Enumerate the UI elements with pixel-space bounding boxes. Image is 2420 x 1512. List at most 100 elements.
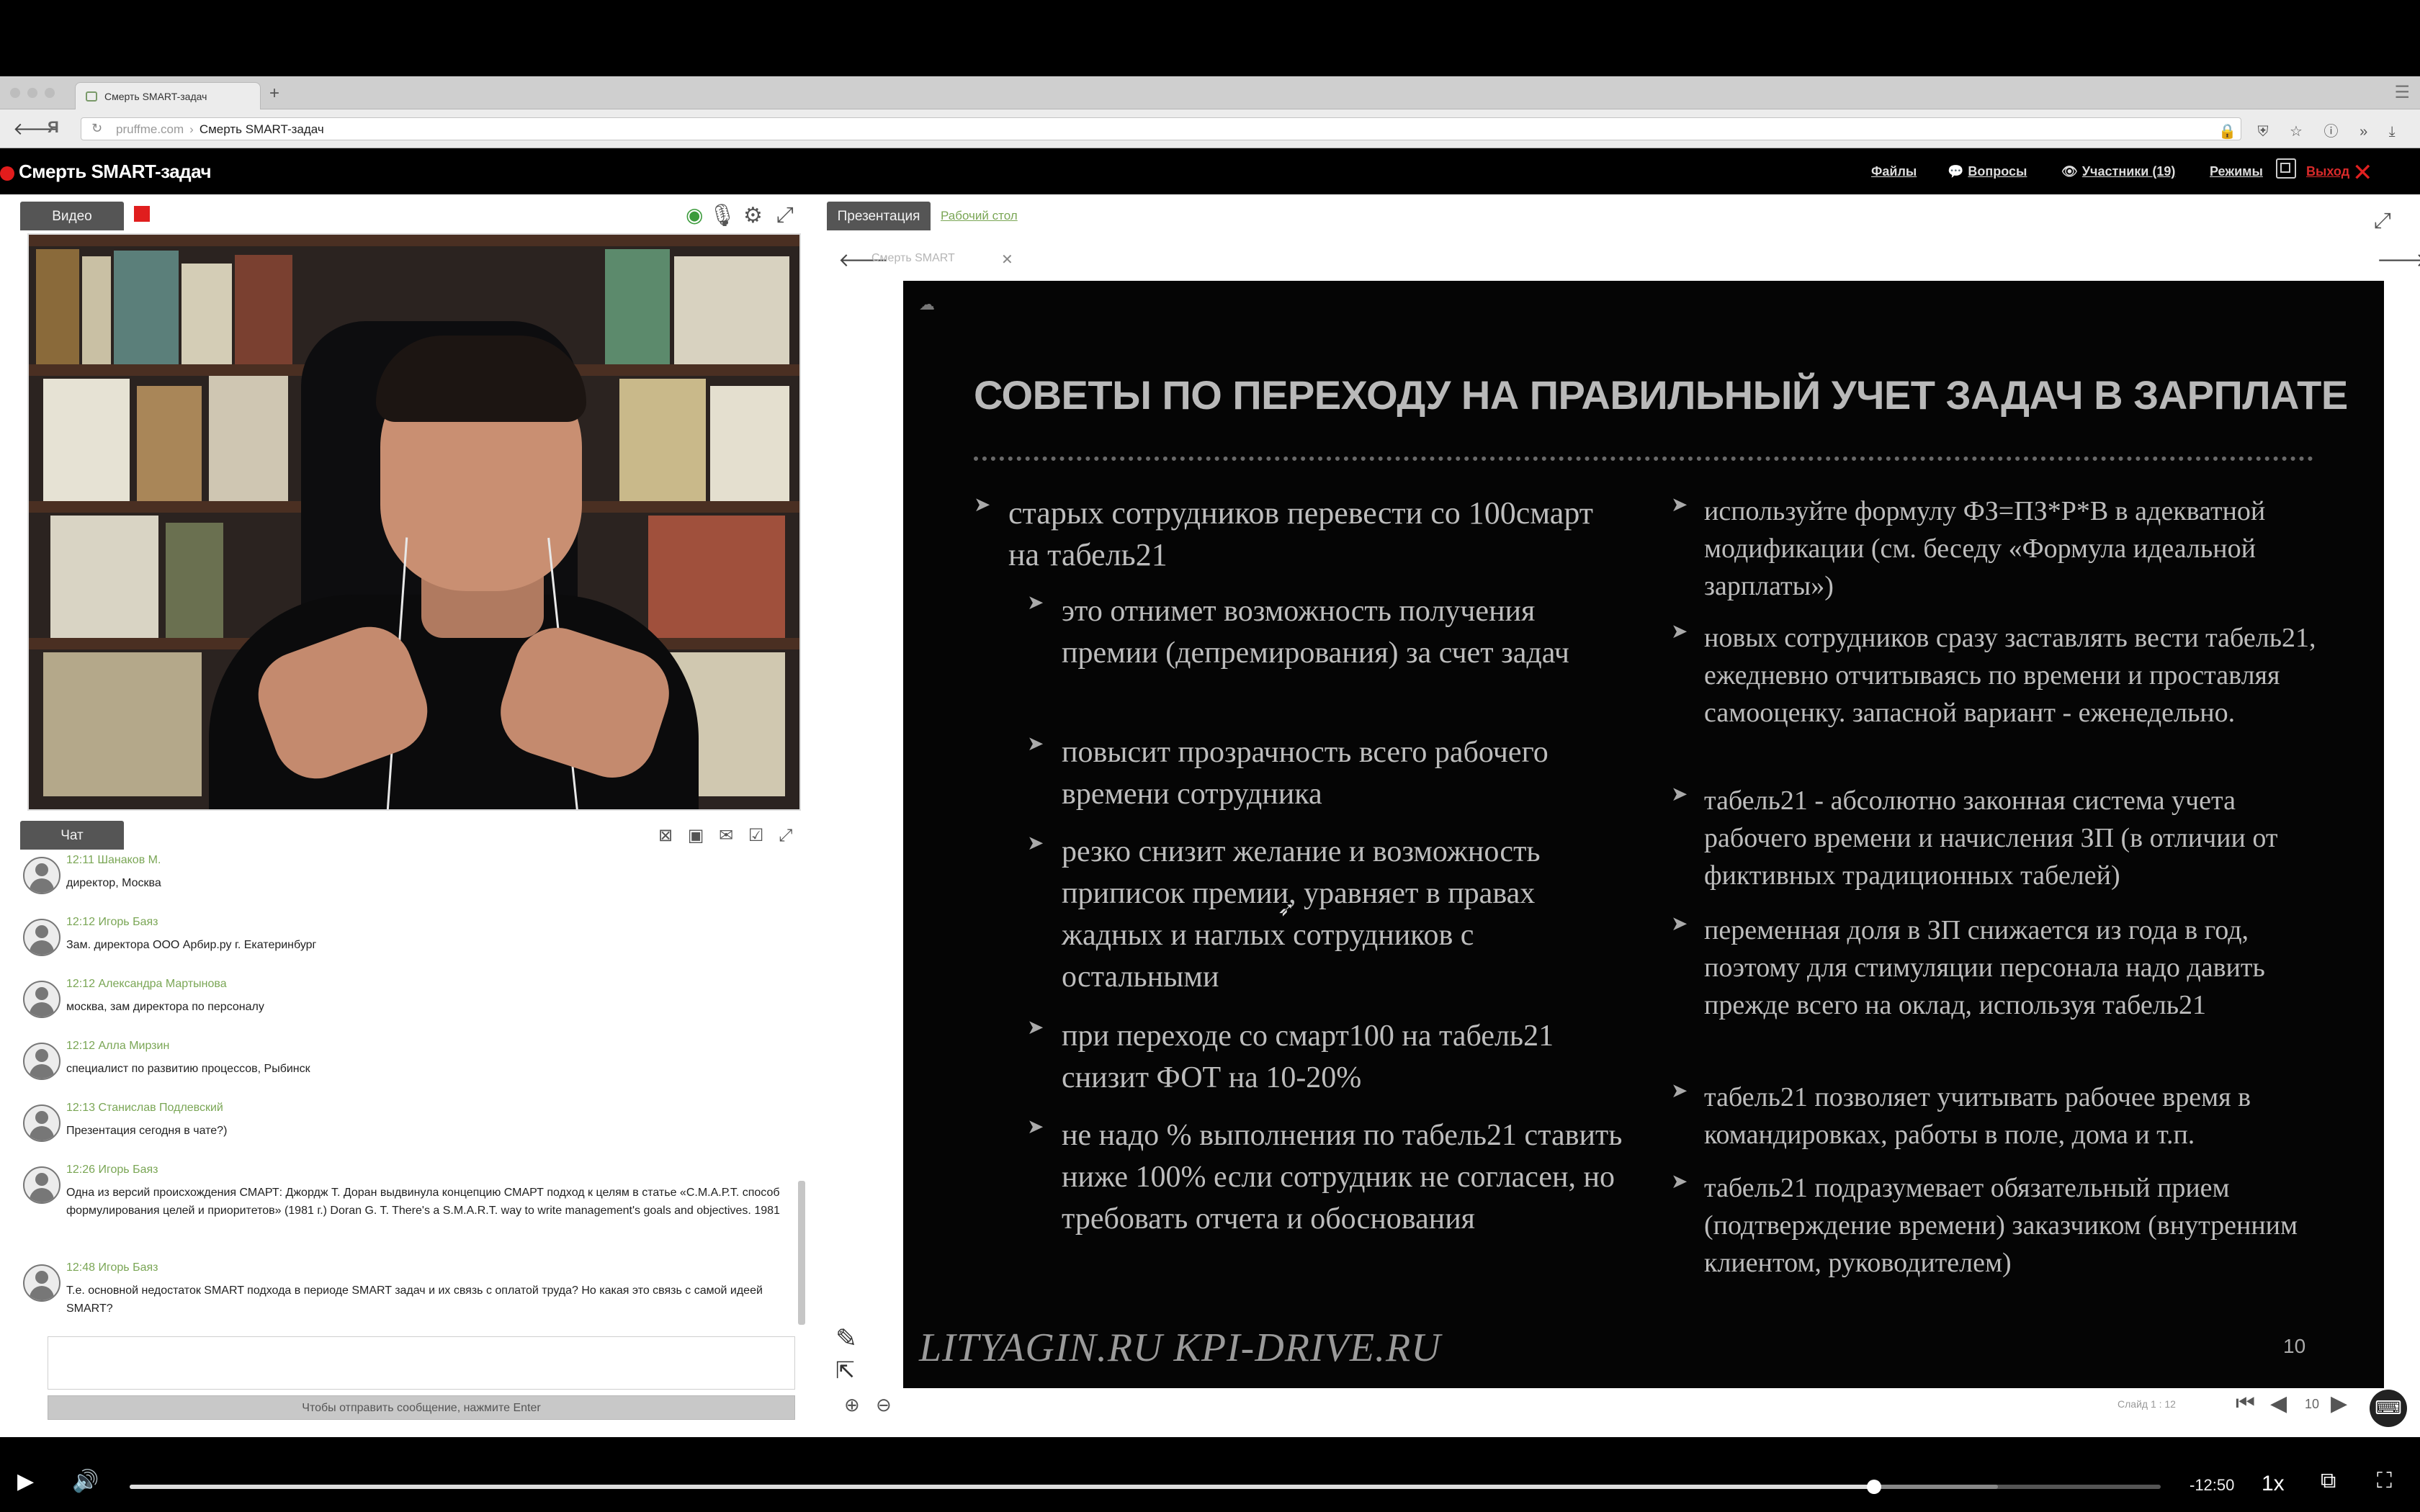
message-author[interactable]: Шанаков М. (97, 854, 161, 866)
slide-sub-bullet: ➤ повысит прозрачность всего рабочего вр… (1027, 732, 1625, 815)
protect-icon[interactable]: ⛨ (2257, 124, 2268, 140)
video-tab[interactable]: Видео (20, 202, 124, 230)
message-author[interactable]: Александра Мартынова (99, 978, 227, 990)
next-doc-arrow-icon[interactable]: 🡒 (2377, 249, 2420, 271)
slide-bullet: ➤ табель21 подразумевает обязательный пр… (1671, 1169, 2334, 1282)
slide-title: СОВЕТЫ ПО ПЕРЕХОДУ НА ПРАВИЛЬНЫЙ УЧЕТ ЗА… (974, 372, 2348, 418)
microphone-icon[interactable]: 🎙 (709, 203, 736, 228)
record-stop-button[interactable] (134, 206, 150, 222)
message-author[interactable]: Станислав Подлевский (99, 1102, 223, 1114)
volume-icon[interactable]: 🔊 (72, 1469, 99, 1494)
participants-link[interactable]: 👁 Участники (19) (2061, 164, 2175, 179)
download-icon[interactable]: ⤓ (2389, 124, 2396, 140)
yandex-logo-icon[interactable]: Я (48, 118, 59, 137)
seek-played (130, 1485, 1875, 1489)
cloud-icon: ☁ (919, 295, 935, 313)
slide-bullet: ➤ новых сотрудников сразу заставлять вес… (1671, 619, 2334, 732)
chat-scrollbar[interactable] (798, 1181, 805, 1325)
slide-counter-label: Слайд 1 : 12 (2118, 1398, 2176, 1410)
window-close-button[interactable] (10, 88, 20, 98)
bullet-arrow-icon: ➤ (1027, 732, 1044, 755)
subtitles-icon[interactable]: ⌨ (2370, 1390, 2407, 1427)
next-slide-icon[interactable]: ▶ (2331, 1391, 2347, 1416)
message-meta: 12:11 Шанаков М. (66, 854, 161, 867)
bullet-arrow-icon: ➤ (1027, 590, 1044, 614)
slide-bullet: ➤ табель21 - абсолютно законная система … (1671, 782, 2334, 894)
tab-menu-icon[interactable]: ☰ (2394, 82, 2410, 103)
expand-chat-icon[interactable]: ⤢ (779, 826, 792, 845)
message-author[interactable]: Игорь Баяз (99, 916, 158, 928)
lock-icon[interactable]: 🔒 (2218, 124, 2236, 140)
info-icon[interactable]: ⓘ (2324, 124, 2339, 140)
eye-icon: 👁 (2061, 164, 2078, 179)
avatar (23, 1043, 60, 1080)
clear-chat-icon[interactable]: ⊠ (658, 826, 673, 845)
files-link[interactable]: Файлы (1871, 164, 1917, 179)
speech-bubble-icon: 💬 (1948, 164, 1964, 179)
exit-link[interactable]: Выход (2306, 164, 2349, 179)
presentation-tab[interactable]: Презентация (827, 202, 931, 230)
message-time: 12:26 (66, 1164, 96, 1176)
desktop-tab[interactable]: Рабочий стол (941, 202, 1056, 230)
presentation-slide: ☁ СОВЕТЫ ПО ПЕРЕХОДУ НА ПРАВИЛЬНЫЙ УЧЕТ … (903, 281, 2384, 1388)
message-author[interactable]: Игорь Баяз (99, 1164, 158, 1176)
layout-mode-icon[interactable] (2276, 158, 2296, 179)
playback-speed-button[interactable]: 1x (2262, 1472, 2285, 1496)
bullet-arrow-icon: ➤ (1671, 1079, 1688, 1102)
exit-close-icon[interactable]: ✕ (2352, 158, 2373, 187)
gear-icon[interactable]: ⚙ (743, 203, 763, 228)
bullet-arrow-icon: ➤ (1671, 619, 1688, 643)
address-bar[interactable]: ↻ pruffme.com › Смерть SMART-задач (81, 117, 2241, 140)
new-tab-button[interactable]: + (269, 84, 279, 104)
message-text: Одна из версий происхождения СМАРТ: Джор… (66, 1187, 780, 1217)
message-time: 12:11 (66, 854, 94, 866)
speaker-video[interactable] (27, 233, 801, 811)
mail-icon[interactable]: ✉ (719, 826, 733, 845)
current-slide-number: 10 (2305, 1397, 2320, 1411)
pencil-icon[interactable]: ✎ (835, 1323, 857, 1354)
message-text: Т.е. основной недостаток SMART подхода в… (66, 1284, 763, 1315)
zoom-out-icon[interactable]: ⊖ (876, 1394, 892, 1416)
browser-tab[interactable]: Смерть SMART-задач (75, 82, 261, 109)
seek-handle[interactable] (1867, 1480, 1882, 1494)
seek-bar[interactable] (130, 1480, 2161, 1494)
moderate-check-icon[interactable]: ☑ (748, 826, 764, 845)
expand-video-icon[interactable]: ⤢ (776, 203, 794, 228)
url-domain: pruffme.com (116, 122, 184, 136)
modes-link[interactable]: Режимы (2210, 164, 2263, 179)
chat-message-input[interactable] (48, 1336, 795, 1390)
webinar-title: Смерть SMART-задач (19, 161, 212, 182)
more-icon[interactable]: » (2360, 124, 2367, 140)
message-time: 12:13 (66, 1102, 96, 1114)
window-minimize-button[interactable] (27, 88, 37, 98)
webinar-room: Видео ◉ 🎙 ⚙ ⤢ Чат ⊠ ▣ ✉ ☑ ⤢ 12:11 Шанако… (0, 194, 2420, 1437)
browser-chrome: Смерть SMART-задач + ☰ 🡐 Я ↻ pruffme.com… (0, 76, 2420, 148)
zoom-in-icon[interactable]: ⊕ (844, 1394, 860, 1416)
message-meta: 12:12 Игорь Баяз (66, 916, 158, 929)
questions-link[interactable]: 💬 Вопросы (1948, 164, 2027, 179)
pointer-tool-icon[interactable]: ⇱ (835, 1356, 855, 1384)
first-slide-icon[interactable]: ⏮ (2236, 1391, 2255, 1416)
message-author[interactable]: Игорь Баяз (99, 1261, 158, 1274)
play-icon[interactable]: ▶ (17, 1469, 34, 1494)
fullscreen-exit-icon[interactable]: ⛶ (2377, 1469, 2392, 1493)
message-meta: 12:13 Станислав Подлевский (66, 1102, 223, 1115)
message-text: Зам. директора ООО Арбир.ру г. Екатеринб… (66, 939, 317, 951)
slide-sub-bullet: ➤ это отнимет возможность получения прем… (1027, 590, 1625, 674)
document-tab[interactable]: Смерть SMART (871, 252, 955, 265)
export-excel-icon[interactable]: ▣ (688, 826, 704, 845)
picture-in-picture-icon[interactable]: ⧉ (2321, 1469, 2336, 1493)
message-author[interactable]: Алла Мирзин (99, 1040, 170, 1052)
slide-bullet-text: табель21 позволяет учитывать рабочее вре… (1704, 1082, 2251, 1150)
window-maximize-button[interactable] (45, 88, 55, 98)
slide-sub-bullet: ➤ резко снизит желание и возможность при… (1027, 831, 1625, 998)
message-time: 12:12 (66, 1040, 96, 1052)
previous-slide-icon[interactable]: ◀ (2270, 1391, 2287, 1416)
expand-presentation-icon[interactable]: ⤢ (2374, 209, 2391, 233)
reload-icon[interactable]: ↻ (91, 121, 102, 136)
chat-toolbar: ⊠ ▣ ✉ ☑ ⤢ (658, 825, 802, 846)
close-document-icon[interactable]: ✕ (1001, 251, 1013, 269)
avatar (23, 1264, 60, 1302)
bookmark-star-icon[interactable]: ☆ (2290, 124, 2303, 140)
chat-tab[interactable]: Чат (20, 821, 124, 850)
